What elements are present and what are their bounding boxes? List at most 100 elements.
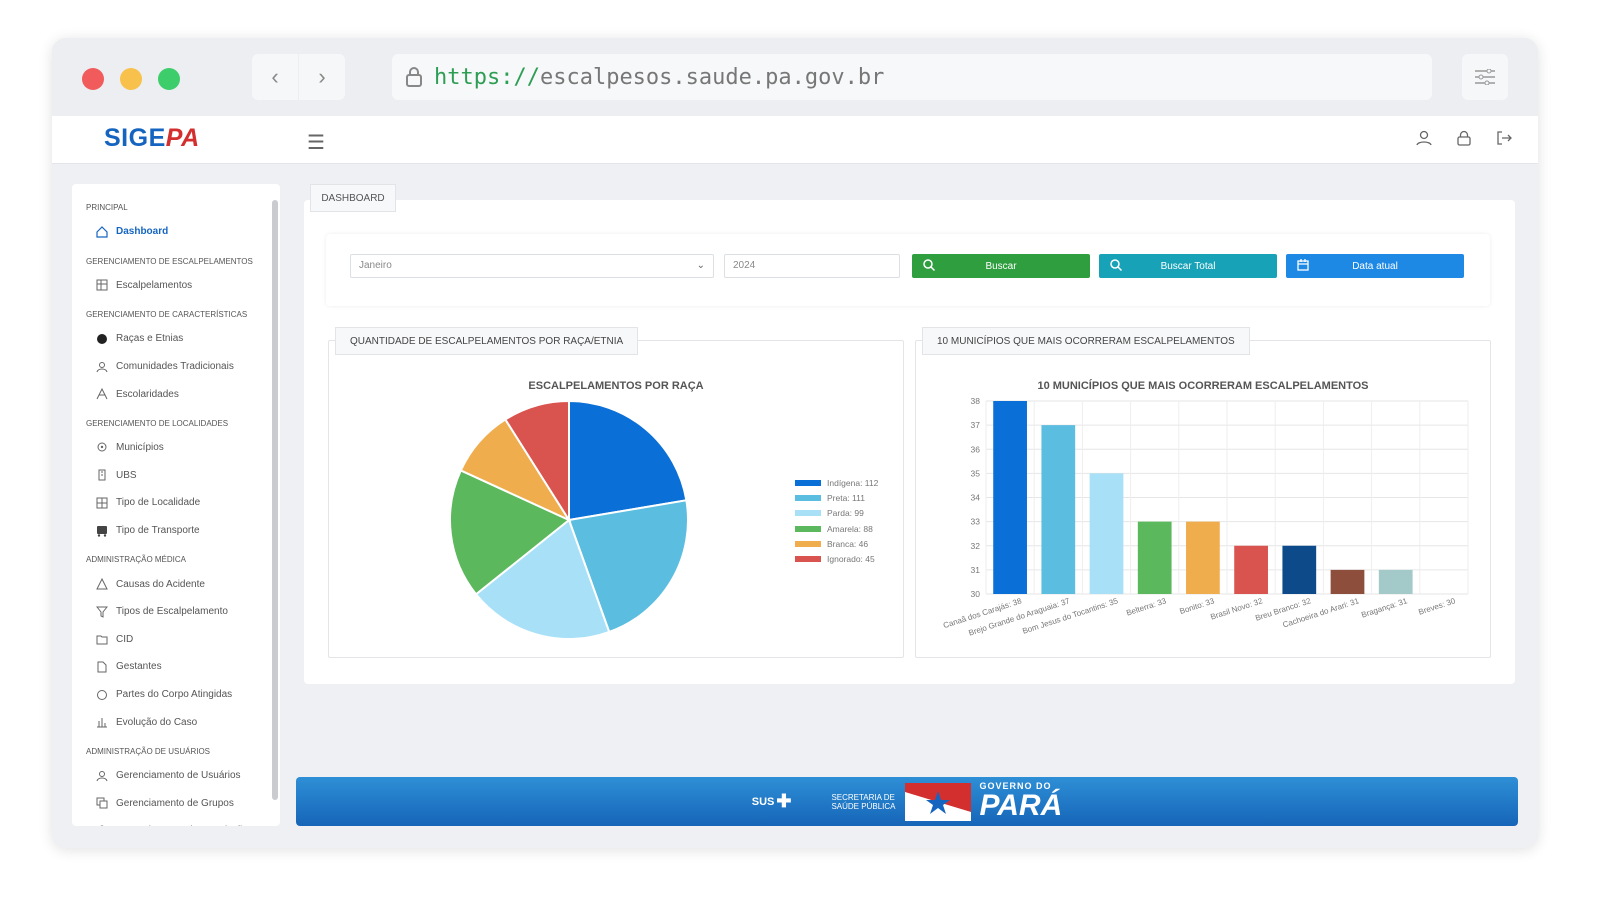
secretaria-line1: SECRETARIA DE: [831, 792, 895, 802]
sidebar-item-partes-do-corpo-atingidas[interactable]: Partes do Corpo Atingidas: [72, 681, 280, 709]
close-window-button[interactable]: [82, 68, 104, 90]
sidebar-item-tipo-de-localidade[interactable]: Tipo de Localidade: [72, 489, 280, 517]
data-atual-button[interactable]: Data atual: [1286, 254, 1464, 278]
sidebar-scroll-thumb[interactable]: [272, 200, 278, 800]
sus-text: SUS: [751, 795, 775, 808]
secretaria-label: SECRETARIA DE SAÚDE PÚBLICA: [831, 793, 895, 811]
governo-para-logo: GOVERNO DO PARÁ: [979, 782, 1062, 821]
sidebar-item-label: Gerenciamento de Grupos: [116, 797, 234, 809]
bar[interactable]: [1041, 425, 1076, 594]
sidebar-item-escolaridades[interactable]: Escolaridades: [72, 380, 280, 408]
logout-button[interactable]: [1494, 128, 1514, 148]
para-text: PARÁ: [979, 789, 1063, 822]
sidebar-item-gestantes[interactable]: Gestantes: [72, 653, 280, 681]
browser-menu-button[interactable]: [1462, 54, 1508, 100]
pie-slice[interactable]: [568, 399, 688, 522]
y-tick-label: 37: [971, 420, 981, 430]
sigepa-logo[interactable]: SIGEPA: [104, 124, 200, 153]
logo-part2: PA: [165, 124, 200, 152]
sidebar-item-comunidades-tradicionais[interactable]: Comunidades Tradicionais: [72, 353, 280, 381]
sidebar-item-label: Gerenciamento de Permissões: [116, 825, 253, 826]
sliders-icon: [1475, 69, 1495, 85]
sidebar-item-escalpelamentos[interactable]: Escalpelamentos: [72, 272, 280, 300]
calendar-icon: [1297, 259, 1309, 271]
sidebar-item-cid[interactable]: CID: [72, 626, 280, 654]
bar[interactable]: [1378, 569, 1413, 594]
sidebar-item-label: Escalpelamentos: [116, 279, 193, 291]
app-header: SIGEPA ☰: [52, 116, 1538, 164]
sidebar-scrollbar[interactable]: [271, 190, 279, 824]
y-tick-label: 38: [971, 396, 981, 406]
education-icon: [96, 388, 108, 400]
chevron-down-icon: ⌄: [696, 260, 705, 271]
y-tick-label: 34: [971, 493, 981, 503]
buscar-total-label: Buscar Total: [1160, 260, 1216, 272]
folder-icon: [96, 633, 108, 645]
month-select[interactable]: Janeiro ⌄: [350, 254, 714, 278]
sus-logo: SUS ✚: [752, 791, 792, 812]
bar[interactable]: [1137, 521, 1172, 594]
sidebar-item-label: Gerenciamento de Usuários: [116, 770, 241, 782]
bar[interactable]: [1234, 545, 1268, 594]
profile-button[interactable]: [1414, 128, 1434, 148]
y-tick-label: 30: [971, 589, 981, 599]
sidebar-item-racas-e-etnias[interactable]: Raças e Etnias: [72, 325, 280, 353]
back-button[interactable]: ‹: [252, 54, 298, 100]
legend-item[interactable]: Preta: 111: [795, 490, 878, 505]
sidebar-item-gerenciamento-de-usuarios[interactable]: Gerenciamento de Usuários: [72, 762, 280, 790]
sidebar-item-causas-do-acidente[interactable]: Causas do Acidente: [72, 570, 280, 598]
legend-label: Indígena: 112: [827, 477, 879, 488]
sidebar-item-tipos-de-escalpelamento[interactable]: Tipos de Escalpelamento: [72, 598, 280, 626]
copy-icon: [96, 797, 108, 809]
people-icon: [96, 361, 108, 373]
legend-swatch: [795, 556, 821, 563]
buscar-total-button[interactable]: Buscar Total: [1099, 254, 1277, 278]
sidebar-item-gerenciamento-de-grupos[interactable]: Gerenciamento de Grupos: [72, 790, 280, 818]
legend-item[interactable]: Ignorado: 45: [795, 551, 878, 566]
sidebar-item-label: Raças e Etnias: [116, 333, 184, 345]
legend-item[interactable]: Parda: 99: [795, 506, 878, 521]
sidebar-item-label: Dashboard: [116, 226, 169, 238]
sidebar-item-dashboard[interactable]: Dashboard: [72, 218, 280, 246]
legend-swatch: [795, 510, 821, 517]
bar[interactable]: [1282, 545, 1317, 594]
change-password-button[interactable]: [1454, 128, 1474, 148]
bar[interactable]: [1186, 521, 1220, 594]
x-tick-label: Bragança: 31: [1360, 596, 1409, 619]
sidebar-item-municipios[interactable]: Municípios: [72, 434, 280, 462]
legend-item[interactable]: Branca: 46: [795, 536, 878, 551]
address-bar[interactable]: https://escalpesos.saude.pa.gov.br: [392, 54, 1432, 100]
search-icon: [1110, 259, 1123, 272]
y-tick-label: 31: [971, 565, 981, 575]
bar[interactable]: [993, 401, 1027, 594]
sidebar-item-ubs[interactable]: UBS: [72, 462, 280, 490]
legend-item[interactable]: Amarela: 88: [795, 521, 878, 536]
buscar-button[interactable]: Buscar: [912, 254, 1090, 278]
bar[interactable]: [1089, 473, 1124, 594]
logo-part1: SIGE: [104, 124, 166, 152]
tab-dashboard[interactable]: DASHBOARD: [310, 184, 396, 212]
forward-button[interactable]: ›: [299, 54, 345, 100]
sidebar-item-gerenciamento-de-permissoes[interactable]: Gerenciamento de Permissões: [72, 817, 280, 826]
bar[interactable]: [1330, 569, 1365, 594]
legend-item[interactable]: Indígena: 112: [795, 475, 878, 490]
menu-toggle-button[interactable]: ☰: [307, 130, 325, 155]
year-input-value: 2024: [733, 260, 756, 271]
year-input[interactable]: 2024: [724, 254, 900, 278]
footer-banner: SUS ✚ SECRETARIA DE SAÚDE PÚBLICA GOVERNO …: [296, 777, 1518, 826]
ring-icon: [96, 689, 108, 701]
minimize-window-button[interactable]: [120, 68, 142, 90]
sidebar-item-label: Comunidades Tradicionais: [116, 361, 234, 373]
url-protocol: https://: [434, 64, 540, 90]
sidebar-item-tipo-de-transporte[interactable]: Tipo de Transporte: [72, 517, 280, 545]
sidebar-item-evolucao-do-caso[interactable]: Evolução do Caso: [72, 708, 280, 736]
legend-label: Ignorado: 45: [827, 554, 875, 565]
sidebar-item-label: CID: [116, 633, 134, 645]
maximize-window-button[interactable]: [158, 68, 180, 90]
file-icon: [96, 661, 108, 673]
data-atual-label: Data atual: [1352, 260, 1398, 272]
sidebar: PRINCIPAL Dashboard GERENCIAMENTO DE ESCAL…: [72, 184, 280, 826]
sidebar-section-title: GERENCIAMENTO DE CARACTERÍSTICAS: [86, 310, 248, 320]
bar-chart-icon: [96, 716, 108, 728]
warning-icon: [96, 578, 108, 590]
